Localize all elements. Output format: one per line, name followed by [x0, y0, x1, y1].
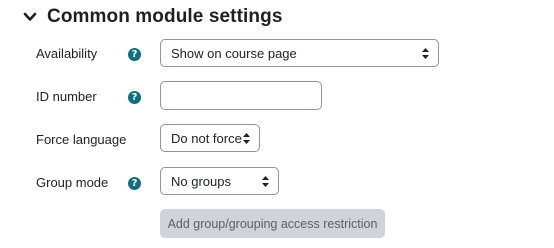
group-mode-label: Group mode: [36, 175, 109, 190]
availability-label: Availability: [36, 46, 98, 61]
help-glyph: ?: [131, 178, 138, 189]
id-number-input[interactable]: [160, 81, 322, 110]
add-group-restriction-button[interactable]: Add group/grouping access restriction: [160, 209, 385, 238]
select-arrows-icon: [243, 133, 250, 144]
force-language-row: Force language Do not force: [0, 124, 554, 154]
section-toggle[interactable]: Common module settings: [22, 6, 283, 28]
availability-value: Show on course page: [171, 46, 297, 61]
availability-row: Availability ? Show on course page: [0, 38, 554, 68]
group-mode-select[interactable]: No groups: [160, 167, 279, 195]
force-language-label: Force language: [36, 132, 127, 147]
id-number-label: ID number: [36, 89, 97, 104]
help-icon[interactable]: ?: [128, 48, 141, 61]
help-icon[interactable]: ?: [128, 177, 141, 190]
select-arrows-icon: [262, 176, 269, 187]
chevron-down-icon[interactable]: [22, 9, 38, 25]
id-number-row: ID number ?: [0, 81, 554, 111]
availability-select[interactable]: Show on course page: [160, 39, 439, 67]
force-language-select[interactable]: Do not force: [160, 124, 260, 152]
help-glyph: ?: [131, 92, 138, 103]
group-mode-value: No groups: [171, 174, 231, 189]
force-language-value: Do not force: [171, 131, 242, 146]
select-arrows-icon: [422, 48, 429, 59]
section-title: Common module settings: [47, 6, 283, 27]
help-glyph: ?: [131, 49, 138, 60]
help-icon[interactable]: ?: [128, 91, 141, 104]
group-mode-row: Group mode ? No groups: [0, 167, 554, 197]
